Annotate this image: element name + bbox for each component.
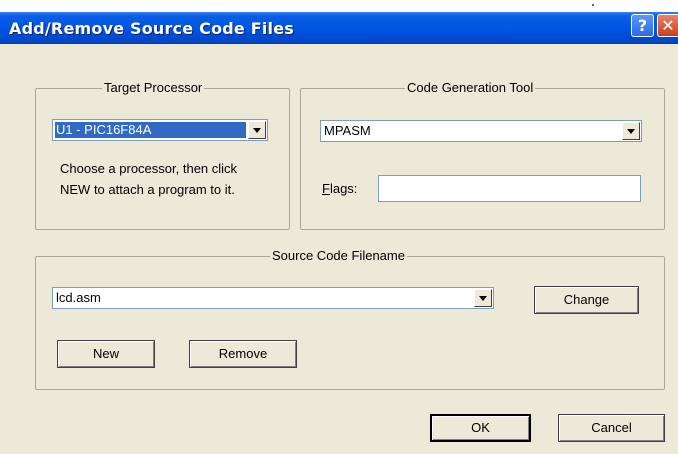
chevron-down-icon[interactable]: [248, 121, 266, 139]
source-file-select[interactable]: lcd.asm: [52, 287, 494, 309]
processor-hint-line1: Choose a processor, then click: [60, 161, 238, 176]
help-button[interactable]: ?: [631, 14, 654, 37]
remove-button[interactable]: Remove: [189, 340, 297, 368]
processor-select[interactable]: U1 - PIC16F84A: [52, 119, 268, 141]
source-code-group: Source Code Filename: [35, 248, 665, 390]
change-button-label: Change: [563, 292, 610, 307]
ok-button-label: OK: [471, 420, 490, 435]
cancel-button[interactable]: Cancel: [558, 414, 665, 442]
ok-button[interactable]: OK: [430, 414, 531, 442]
chevron-down-icon[interactable]: [474, 289, 492, 307]
source-code-label: Source Code Filename: [270, 248, 407, 264]
chevron-down-icon[interactable]: [622, 122, 640, 140]
remove-button-label: Remove: [218, 346, 268, 361]
source-file-value: lcd.asm: [56, 290, 101, 305]
processor-hint-line2: NEW to attach a program to it.: [60, 182, 235, 197]
code-generation-tool-label: Code Generation Tool: [405, 80, 536, 96]
new-button-label: New: [92, 346, 119, 361]
flags-label: Flags:: [322, 181, 358, 196]
dialog-title: Add/Remove Source Code Files: [9, 19, 295, 38]
code-tool-select[interactable]: MPASM: [320, 120, 642, 142]
new-button[interactable]: New: [57, 340, 155, 368]
processor-value: U1 - PIC16F84A: [55, 122, 246, 138]
target-processor-label: Target Processor: [102, 80, 205, 96]
help-icon: ?: [637, 16, 648, 35]
change-button[interactable]: Change: [534, 286, 639, 314]
close-button[interactable]: ✕: [657, 14, 678, 37]
close-icon: ✕: [661, 16, 675, 35]
target-processor-group: Target Processor: [35, 80, 290, 230]
background-dot: [592, 4, 594, 6]
flags-input[interactable]: [378, 175, 641, 202]
code-generation-tool-group: Code Generation Tool: [300, 80, 665, 230]
cancel-button-label: Cancel: [591, 420, 632, 435]
code-tool-value: MPASM: [324, 123, 371, 138]
